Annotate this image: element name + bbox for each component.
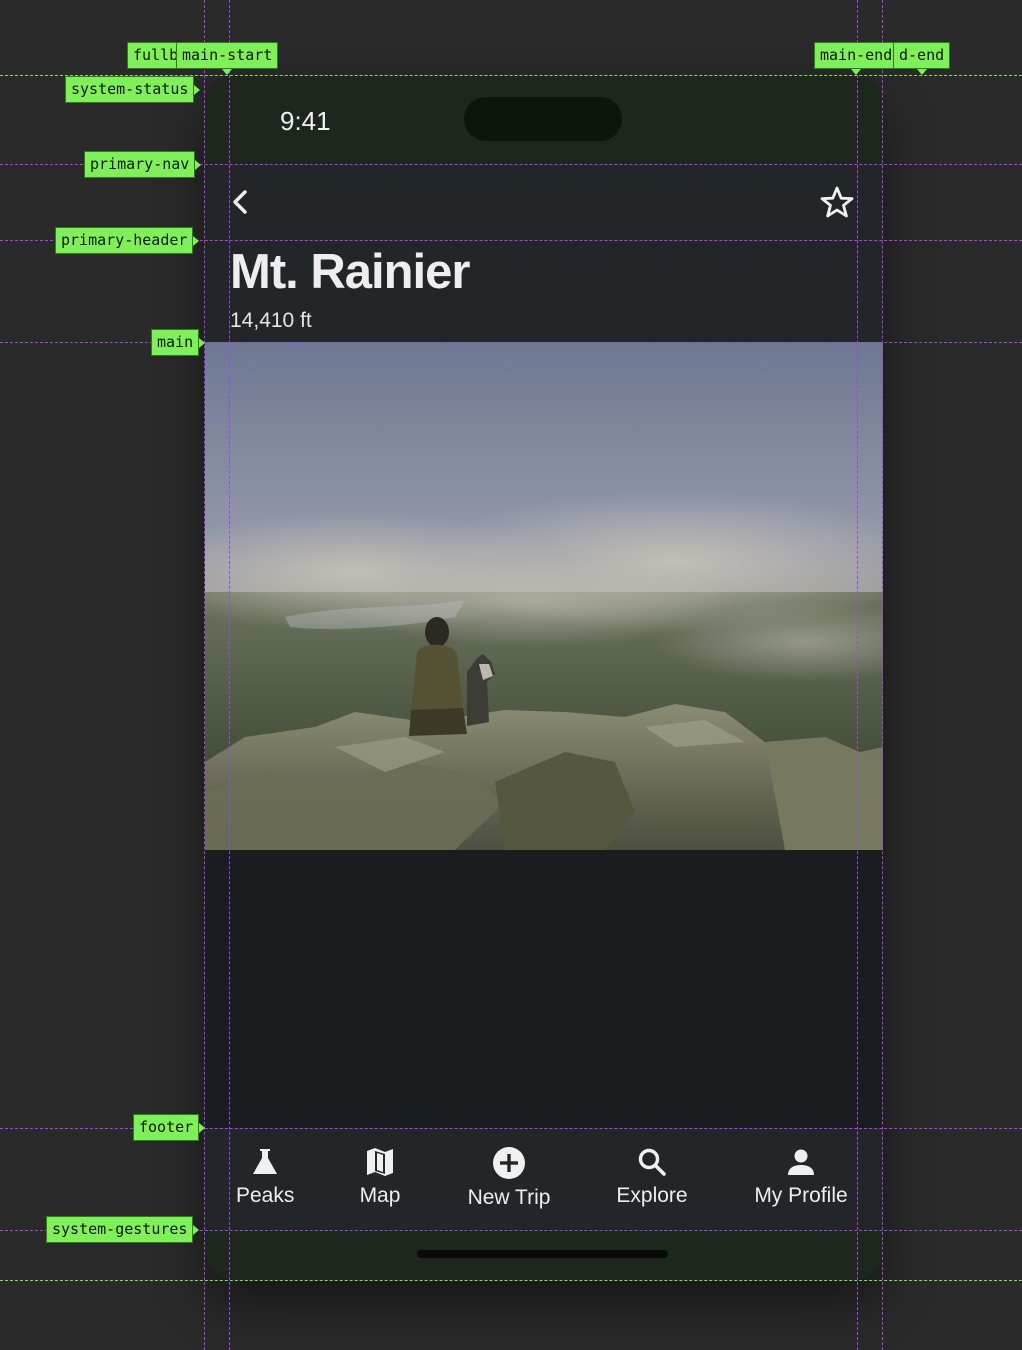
primary-nav-bar: [205, 164, 883, 240]
tab-explore[interactable]: Explore: [615, 1146, 689, 1208]
tab-my-profile[interactable]: My Profile: [752, 1146, 850, 1208]
guide-line-fullbleed-end: [882, 0, 883, 1350]
tab-label: Map: [359, 1184, 401, 1207]
main-empty-area: [205, 850, 883, 1128]
dynamic-island: [464, 97, 622, 141]
tab-label: Explore: [616, 1184, 688, 1207]
tab-new-trip[interactable]: New Trip: [465, 1146, 553, 1210]
system-gestures-area: [205, 1230, 883, 1280]
person-icon: [788, 1149, 814, 1175]
guide-line-main-end: [857, 0, 858, 1350]
flask-icon: [253, 1149, 277, 1174]
guide-tag-main-end: main-end: [814, 42, 899, 75]
guide-tag-footer: footer: [133, 1114, 206, 1141]
guide-line-fullbleed-start: [204, 0, 205, 1350]
tab-label: My Profile: [754, 1184, 848, 1207]
guide-tag-primary-header: primary-header: [55, 227, 200, 254]
tab-peaks[interactable]: Peaks: [236, 1146, 294, 1208]
guide-tag-fullbleed-start: fullb: [127, 42, 183, 69]
map-icon: [367, 1148, 393, 1176]
guide-tag-main-start: main-start: [176, 42, 279, 75]
guide-tag-main: main: [151, 329, 206, 356]
guide-tag-system-gestures: system-gestures: [46, 1216, 200, 1243]
tab-label: Peaks: [236, 1184, 295, 1207]
guide-line-bottom: [0, 1280, 1022, 1281]
home-indicator[interactable]: [417, 1250, 668, 1258]
guide-tag-primary-nav: primary-nav: [84, 151, 202, 178]
system-status-bar: 9:41: [205, 75, 883, 164]
page-title: Mt. Rainier: [230, 245, 470, 299]
elevation-text: 14,410 ft: [230, 309, 312, 332]
tab-label: New Trip: [467, 1186, 551, 1209]
phone-frame: 9:41 Mt. Rainier 14,410 ft Peaks Map New…: [205, 75, 883, 1280]
guide-tag-system-status: system-status: [65, 76, 201, 103]
guide-tag-fullbleed-end: d-end: [893, 42, 951, 75]
chevron-left-icon[interactable]: [227, 186, 255, 218]
landscape-photo: [205, 342, 883, 850]
primary-header: Mt. Rainier 14,410 ft: [205, 240, 883, 342]
tab-bar: Peaks Map New Trip Explore My Profile: [205, 1128, 883, 1230]
star-icon[interactable]: [819, 185, 855, 221]
guide-line-main-start: [229, 0, 230, 1350]
tab-map[interactable]: Map: [356, 1146, 404, 1208]
status-time: 9:41: [280, 106, 331, 136]
add-circle-icon: [493, 1147, 525, 1179]
search-icon: [638, 1148, 666, 1176]
